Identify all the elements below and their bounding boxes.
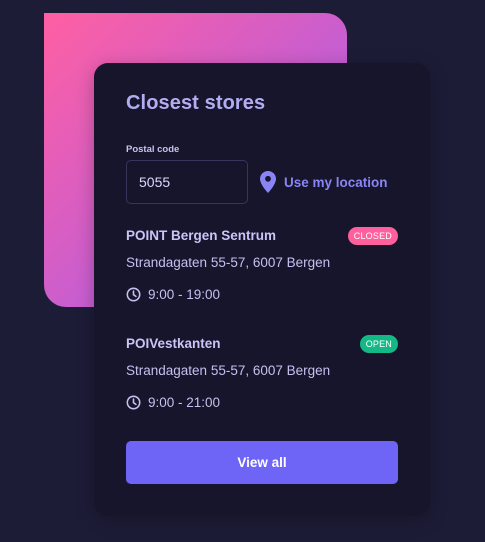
store-hours-text: 9:00 - 21:00 xyxy=(148,395,221,410)
store-hours-text: 9:00 - 19:00 xyxy=(148,287,221,302)
status-badge-open: OPEN xyxy=(359,335,398,353)
store-name: POIVestkanten xyxy=(126,336,221,351)
postal-code-label: Postal code xyxy=(126,144,180,155)
card-title: Closest stores xyxy=(126,92,266,114)
store-name: POINT Bergen Sentrum xyxy=(126,228,277,243)
map-pin-icon xyxy=(260,171,276,193)
store-address: Strandagaten 55-57, 6007 Bergen xyxy=(126,363,331,378)
clock-icon xyxy=(126,287,141,302)
store-hours: 9:00 - 19:00 xyxy=(126,287,220,302)
view-all-button[interactable]: View all xyxy=(126,441,398,484)
postal-code-input[interactable] xyxy=(126,160,248,204)
clock-icon xyxy=(126,395,141,410)
store-address: Strandagaten 55-57, 6007 Bergen xyxy=(126,255,331,270)
status-badge-closed: CLOSED xyxy=(347,227,398,245)
closest-stores-card: Closest stores Postal code Use my locati… xyxy=(94,63,430,516)
store-hours: 9:00 - 21:00 xyxy=(126,395,220,410)
use-my-location-label: Use my location xyxy=(284,174,388,190)
use-my-location-link[interactable]: Use my location xyxy=(260,170,388,194)
